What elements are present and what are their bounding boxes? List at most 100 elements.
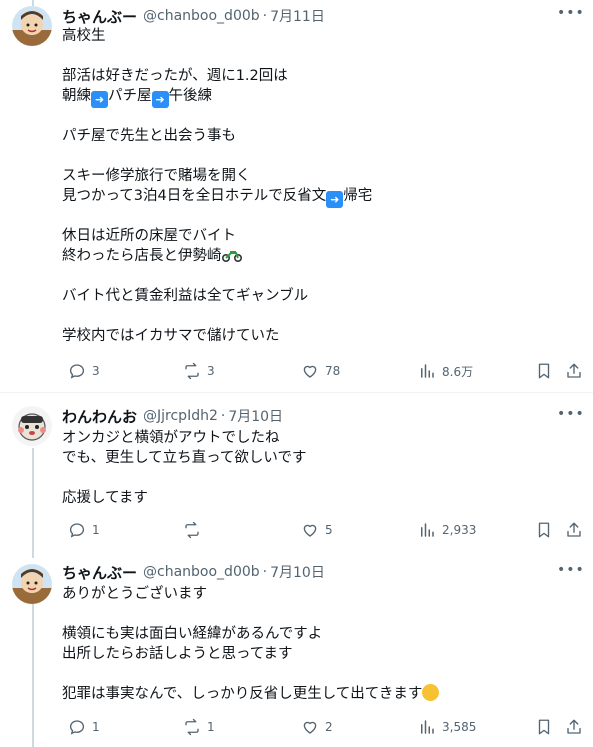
- text-line: 部活は好きだったが、週に1.2回は: [62, 68, 288, 84]
- text-line: 見つかって3泊4日を全日ホテルで反省文 ➜ 帰宅: [62, 188, 373, 208]
- reply-icon: [68, 362, 86, 380]
- text-line: [62, 604, 572, 624]
- text-line: ありがとうございます: [62, 586, 207, 602]
- divider: [0, 392, 593, 393]
- tweet[interactable]: ちゃんぶー @chanboo_d00b · 7月11日 ••• 高校生部活は好き…: [0, 0, 593, 392]
- avatar[interactable]: [12, 6, 52, 46]
- repost-count: 3: [207, 364, 215, 378]
- views-button[interactable]: 3,585: [412, 716, 476, 738]
- views-count: 2,933: [442, 523, 477, 537]
- tweet-text: 高校生部活は好きだったが、週に1.2回は朝練 ➜ パチ屋 ➜ 午後練パチ屋で先生と出会う…: [62, 26, 572, 346]
- views-button[interactable]: 8.6万: [412, 360, 473, 382]
- share-button[interactable]: [559, 716, 583, 738]
- reply-count: 1: [92, 523, 100, 537]
- text-line: でも、更生して立ち直って欲しいです: [62, 450, 307, 466]
- like-count: 2: [325, 720, 333, 734]
- more-icon[interactable]: •••: [557, 561, 584, 581]
- user-handle[interactable]: @JjrcpIdh2: [143, 408, 218, 424]
- repost-button[interactable]: 3: [177, 360, 215, 382]
- text-line: [62, 306, 572, 326]
- like-button[interactable]: 2: [295, 716, 333, 738]
- text-line: 朝練 ➜ パチ屋 ➜ 午後練: [62, 88, 212, 108]
- heart-icon: [301, 521, 319, 539]
- separator: ·: [262, 564, 268, 580]
- reply-icon: [68, 718, 86, 736]
- tweet-header: わんわんお @JjrcpIdh2 · 7月10日: [62, 406, 283, 426]
- bookmark-button[interactable]: [529, 519, 553, 541]
- tweet[interactable]: ちゃんぶー @chanboo_d00b · 7月10日 ••• ありがとうござい…: [0, 556, 593, 747]
- display-name[interactable]: ちゃんぶー: [62, 562, 137, 583]
- post-date[interactable]: 7月10日: [228, 406, 283, 426]
- text-line: [62, 206, 572, 226]
- views-count: 3,585: [442, 720, 477, 734]
- text-line: 犯罪は事実なんで、しっかり反省し更生して出てきます: [62, 684, 572, 704]
- text-line: バイト代と賃金利益は全てギャンブル: [62, 288, 309, 304]
- text-line: 出所したらお話しようと思ってます: [62, 646, 293, 662]
- text-line: [62, 468, 572, 488]
- views-icon: [418, 521, 436, 539]
- action-bar: 1 1 2 3,585: [62, 716, 582, 738]
- share-button[interactable]: [559, 360, 583, 382]
- repost-count: 1: [207, 720, 215, 734]
- post-date[interactable]: 7月10日: [270, 562, 325, 582]
- more-icon[interactable]: •••: [557, 4, 584, 24]
- raised-fist-emoji-icon: [422, 684, 440, 701]
- views-button[interactable]: 2,933: [412, 519, 476, 541]
- text-line: オンカジと横領がアウトでしたね: [62, 430, 280, 446]
- text-line: 終わったら店長と伊勢崎: [62, 246, 572, 266]
- bookmark-button[interactable]: [529, 360, 553, 382]
- share-icon: [565, 362, 583, 380]
- avatar[interactable]: [12, 406, 52, 446]
- reply-button[interactable]: 1: [62, 716, 100, 738]
- tweet-header: ちゃんぶー @chanboo_d00b · 7月10日: [62, 562, 325, 582]
- text-line: [62, 664, 572, 684]
- like-count: 5: [325, 523, 333, 537]
- text-line: [62, 146, 572, 166]
- post-date[interactable]: 7月11日: [270, 6, 325, 26]
- text-line: 高校生: [62, 28, 106, 44]
- reply-count: 1: [92, 720, 100, 734]
- heart-icon: [301, 718, 319, 736]
- action-bar: 3 3 78 8.6万: [62, 360, 582, 382]
- user-handle[interactable]: @chanboo_d00b: [143, 564, 260, 580]
- text-line: 横領にも実は面白い経緯があるんですよ: [62, 626, 323, 642]
- avatar[interactable]: [12, 564, 52, 604]
- reply-button[interactable]: 3: [62, 360, 100, 382]
- share-button[interactable]: [559, 519, 583, 541]
- display-name[interactable]: ちゃんぶー: [62, 6, 137, 27]
- display-name[interactable]: わんわんお: [62, 406, 137, 427]
- tweet[interactable]: わんわんお @JjrcpIdh2 · 7月10日 ••• オンカジと横領がアウト…: [0, 400, 593, 550]
- bookmark-button[interactable]: [529, 716, 553, 738]
- repost-icon: [183, 521, 201, 539]
- text-line: [62, 266, 572, 286]
- tweet-header: ちゃんぶー @chanboo_d00b · 7月11日: [62, 6, 325, 26]
- more-icon[interactable]: •••: [557, 405, 584, 425]
- bookmark-icon: [535, 362, 553, 380]
- bookmark-icon: [535, 521, 553, 539]
- views-icon: [418, 362, 436, 380]
- tweet-text: ありがとうございます横領にも実は面白い経緯があるんですよ 出所したらお話しようと思…: [62, 584, 572, 704]
- text-line: 応援してます: [62, 490, 148, 506]
- motorcycle-emoji-icon: [221, 248, 242, 263]
- repost-button[interactable]: 1: [177, 716, 215, 738]
- share-icon: [565, 521, 583, 539]
- user-handle[interactable]: @chanboo_d00b: [143, 8, 260, 24]
- right-arrow-emoji-icon: ➜: [326, 191, 344, 208]
- share-icon: [565, 718, 583, 736]
- action-bar: 1 5 2,933: [62, 519, 582, 541]
- repost-icon: [183, 718, 201, 736]
- views-icon: [418, 718, 436, 736]
- like-count: 78: [325, 364, 341, 378]
- reply-icon: [68, 521, 86, 539]
- text-line: パチ屋で先生と出会う事も: [62, 128, 236, 144]
- text-line: [62, 46, 572, 66]
- right-arrow-emoji-icon: ➜: [151, 91, 169, 108]
- like-button[interactable]: 5: [295, 519, 333, 541]
- repost-button[interactable]: [177, 519, 207, 541]
- like-button[interactable]: 78: [295, 360, 340, 382]
- views-count: 8.6万: [442, 364, 474, 379]
- reply-button[interactable]: 1: [62, 519, 100, 541]
- reply-count: 3: [92, 364, 100, 378]
- text-line: [62, 106, 572, 126]
- separator: ·: [262, 8, 268, 24]
